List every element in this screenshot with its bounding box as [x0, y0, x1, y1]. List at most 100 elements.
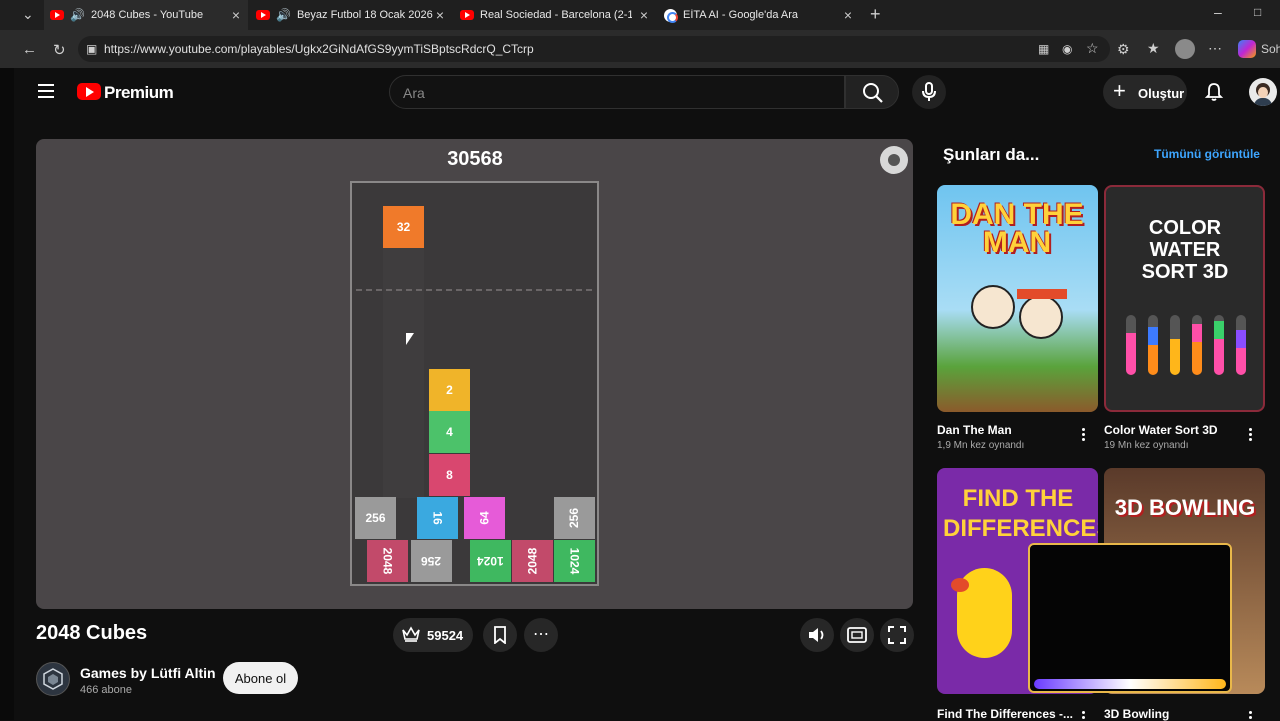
account-avatar[interactable] — [1249, 78, 1277, 106]
cube-256: 256 — [554, 497, 595, 539]
picture-in-picture-overlay — [1028, 543, 1232, 693]
cube-64: 64 — [464, 497, 505, 539]
close-tab-icon[interactable]: × — [232, 7, 240, 23]
plus-icon: + — [1113, 78, 1126, 103]
more-icon[interactable]: ⋯ — [1208, 40, 1222, 57]
speaker-icon: 🔊 — [70, 8, 85, 22]
speaker-icon: 🔊 — [276, 8, 291, 22]
cube-256: 256 — [355, 497, 396, 539]
maximize-icon[interactable]: □ — [1254, 5, 1261, 19]
more-vert-icon[interactable] — [1249, 428, 1253, 442]
cube-8: 8 — [429, 454, 470, 496]
thumbnail-text: 3D BOWLING — [1114, 495, 1256, 520]
left-strip — [0, 68, 14, 720]
back-icon[interactable]: ← — [22, 41, 37, 58]
channel-logo-icon — [43, 668, 63, 690]
create-label: Oluştur — [1138, 86, 1185, 101]
cube-16: 16 — [417, 497, 458, 539]
thumbnail-text: COLOR WATER SORT 3D — [1141, 217, 1229, 283]
drop-lane — [383, 248, 424, 498]
tab-title: EİTA AI - Google'da Ara — [683, 9, 799, 21]
cube-256: 256 — [411, 540, 452, 582]
fullscreen-icon — [888, 626, 906, 644]
crown-icon — [402, 626, 420, 642]
search-button[interactable] — [845, 75, 899, 109]
gear-icon[interactable] — [880, 146, 908, 174]
channel-name[interactable]: Games by Lütfi Altin — [80, 665, 216, 681]
cube-2048: 2048 — [367, 540, 408, 582]
save-button[interactable] — [483, 618, 517, 652]
volume-icon — [809, 628, 824, 642]
search-input[interactable] — [389, 75, 845, 109]
channel-avatar[interactable] — [36, 662, 70, 696]
close-tab-icon[interactable]: × — [640, 7, 648, 23]
tab-title: Beyaz Futbol 18 Ocak 2026 1... — [296, 9, 435, 21]
tab-title: 2048 Cubes - YouTube — [90, 9, 204, 21]
hamburger-menu-icon[interactable] — [38, 84, 54, 98]
apps-icon[interactable]: ▦ — [1038, 42, 1049, 56]
game-thumbnail-color-water-sort[interactable]: COLOR WATER SORT 3D — [1104, 185, 1265, 412]
game-title-dan-the-man[interactable]: Dan The Man — [937, 423, 1012, 437]
more-vert-icon[interactable] — [1082, 428, 1086, 442]
more-icon: ⋯ — [533, 626, 549, 643]
search-icon — [863, 83, 883, 103]
copilot-label[interactable]: Soh — [1261, 42, 1280, 56]
tracking-icon[interactable]: ◉ — [1062, 42, 1072, 56]
see-all-link[interactable]: Tümünü görüntüle — [1154, 147, 1260, 161]
game-title-color-water-sort[interactable]: Color Water Sort 3D — [1104, 423, 1218, 437]
game-title-find-the-differences[interactable]: Find The Differences -... — [937, 707, 1073, 721]
thumbnail-text: FIND THE DIFFERENCES — [943, 485, 1098, 542]
youtube-favicon-icon — [460, 10, 474, 20]
more-vert-icon[interactable] — [1082, 711, 1086, 720]
copilot-icon[interactable] — [1238, 40, 1256, 58]
browser-tabstrip: ⌄ 🔊 2048 Cubes - YouTube × 🔊 Beyaz Futbo… — [0, 0, 1280, 30]
voice-search-button[interactable] — [912, 75, 946, 109]
cube-1024: 1024 — [470, 540, 511, 582]
reload-icon[interactable]: ↻ — [53, 41, 66, 59]
subscribe-button[interactable]: Abone ol — [223, 662, 298, 694]
channel-subscribers: 466 abone — [80, 684, 132, 696]
extensions-icon[interactable]: ⚙ — [1117, 41, 1130, 58]
tab-title: Real Sociedad - Barcelona (2-1) - İ — [480, 9, 632, 21]
site-info-icon[interactable]: ▣ — [86, 42, 97, 56]
tab-real-sociedad[interactable]: Real Sociedad - Barcelona (2-1) - İ × — [454, 0, 656, 30]
favorite-star-icon[interactable]: ☆ — [1086, 40, 1099, 57]
theater-icon — [847, 627, 867, 643]
close-tab-icon[interactable]: × — [436, 7, 444, 23]
volume-button[interactable] — [800, 618, 834, 652]
new-tab-icon[interactable]: + — [870, 4, 881, 25]
game-title: 2048 Cubes — [36, 622, 148, 644]
favorites-icon[interactable]: ★ — [1147, 40, 1160, 57]
youtube-favicon-icon — [256, 10, 270, 20]
theater-mode-button[interactable] — [840, 618, 874, 652]
play-count: 59524 — [427, 628, 464, 643]
notifications-bell-icon[interactable] — [1204, 82, 1224, 102]
bookmark-icon — [494, 626, 506, 644]
url-text[interactable]: https://www.youtube.com/playables/Ugkx2G… — [104, 42, 534, 56]
logo-text[interactable]: Premium — [104, 83, 174, 103]
microphone-icon — [922, 82, 936, 101]
thumbnail-text: DAN THE MAN — [950, 198, 1084, 259]
profile-icon[interactable] — [1175, 39, 1195, 59]
tab-youtube[interactable]: 🔊 2048 Cubes - YouTube × — [44, 0, 248, 30]
tab-google-search[interactable]: EİTA AI - Google'da Ara × — [658, 0, 860, 30]
danger-line — [356, 289, 592, 291]
game-title-3d-bowling[interactable]: 3D Bowling — [1104, 707, 1169, 721]
youtube-favicon-icon — [50, 10, 64, 20]
more-vert-icon[interactable] — [1249, 711, 1253, 720]
falling-cube[interactable]: 32 — [383, 206, 424, 248]
cube-1024: 1024 — [554, 540, 595, 582]
more-options-button[interactable]: ⋯ — [524, 618, 558, 652]
game-plays-dan-the-man: 1,9 Mn kez oynandı — [937, 440, 1025, 451]
minimize-icon[interactable]: – — [1214, 4, 1222, 20]
fullscreen-button[interactable] — [880, 618, 914, 652]
close-tab-icon[interactable]: × — [844, 7, 852, 23]
youtube-logo-icon[interactable] — [77, 83, 101, 100]
sidebar-title: Şunları da... — [943, 145, 1040, 164]
cube-2048: 2048 — [512, 540, 553, 582]
tab-list-icon[interactable]: ⌄ — [22, 6, 34, 23]
tab-beyaz-futbol[interactable]: 🔊 Beyaz Futbol 18 Ocak 2026 1... × — [250, 0, 452, 30]
game-thumbnail-dan-the-man[interactable]: DAN THE MAN — [937, 185, 1098, 412]
game-score: 30568 — [447, 148, 503, 170]
mouse-cursor-icon — [406, 333, 414, 345]
